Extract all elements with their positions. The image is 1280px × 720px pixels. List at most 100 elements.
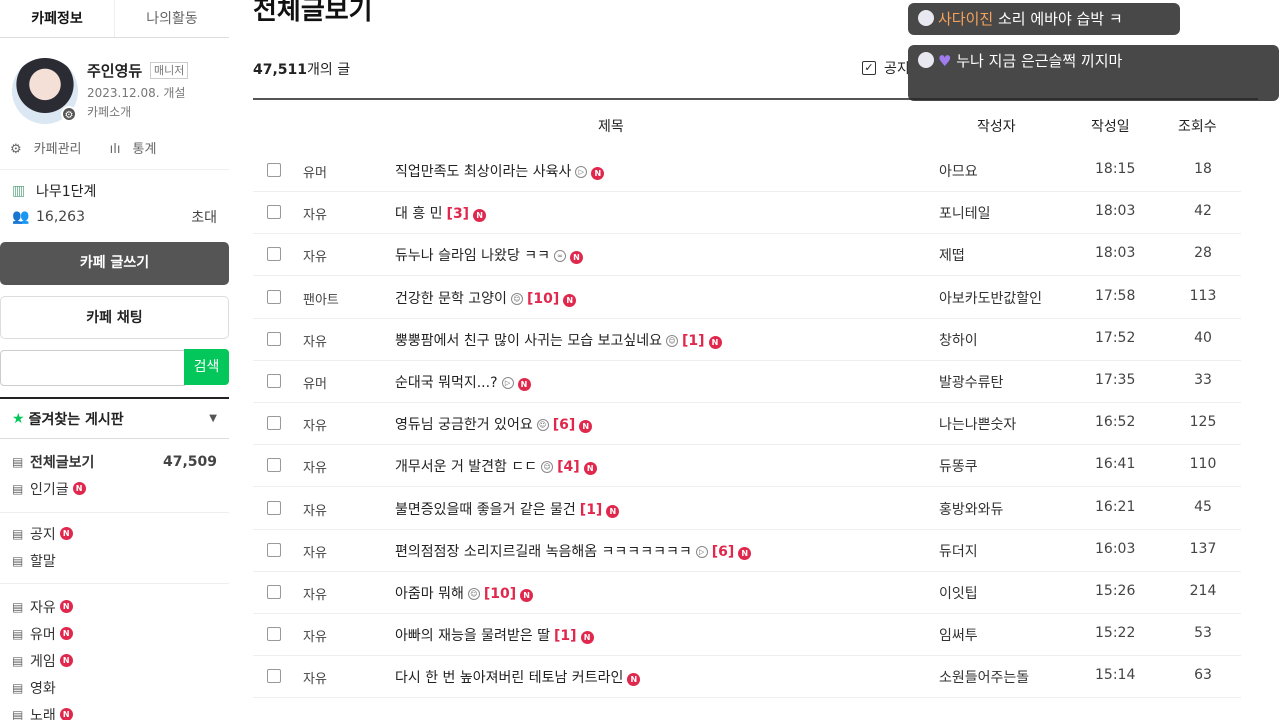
- post-author[interactable]: 포니테일: [939, 203, 991, 223]
- comment-count[interactable]: [6]: [553, 417, 576, 433]
- post-author[interactable]: 발광수류탄: [939, 372, 1003, 392]
- post-category[interactable]: 자유: [303, 331, 327, 350]
- table-row[interactable]: 자유 대 흥 민 [3] N 포니테일 18:03 42: [253, 192, 1241, 235]
- post-author[interactable]: 아보카도반값할인: [939, 288, 1042, 308]
- post-author[interactable]: 나는나쁜숫자: [939, 414, 1016, 434]
- post-category[interactable]: 유머: [303, 162, 327, 181]
- comment-count[interactable]: [10]: [484, 586, 516, 602]
- row-checkbox[interactable]: [267, 542, 281, 557]
- menu-item-영화[interactable]: ▤ 영화: [0, 674, 229, 701]
- post-author[interactable]: 듀더지: [939, 541, 978, 561]
- favorites-header[interactable]: ★ 즐겨찾는 게시판 ▼: [0, 397, 229, 439]
- table-row[interactable]: 자유 뿡뿡팜에서 친구 많이 사귀는 모습 보고싶네요 ☺ [1] N 창하이 17:52 4…: [253, 319, 1241, 361]
- post-title-link[interactable]: 뿡뿡팜에서 친구 많이 사귀는 모습 보고싶네요 ☺ [1] N: [395, 330, 722, 350]
- cafe-chat-button[interactable]: 카페 채팅: [0, 296, 229, 339]
- invite-link[interactable]: 초대: [191, 207, 217, 227]
- row-checkbox[interactable]: [267, 331, 281, 346]
- menu-item-유머[interactable]: ▤ 유머 N: [0, 620, 229, 647]
- table-row[interactable]: 자유 개무서운 거 발견함 ㄷㄷ ☺ [4] N 듀똥쿠 16:41 110: [253, 445, 1241, 488]
- write-post-button[interactable]: 카페 글쓰기: [0, 242, 229, 285]
- caret-down-icon[interactable]: ▼: [209, 413, 217, 424]
- post-category[interactable]: 유머: [303, 373, 327, 392]
- checkbox-checked-icon[interactable]: ✓: [862, 61, 876, 75]
- table-row[interactable]: 자유 편의점점장 소리지르길래 녹음해옴 ㅋㅋㅋㅋㅋㅋㅋ ▷ [6] N 듀더지 16:03…: [253, 530, 1241, 572]
- member-count[interactable]: 16,263: [36, 209, 85, 225]
- table-row[interactable]: 자유 듀누나 슬라임 나왔당 ㅋㅋ ∞ N 제떱 18:03 28: [253, 234, 1241, 277]
- menu-item-노래[interactable]: ▤ 노래 N: [0, 701, 229, 720]
- post-category[interactable]: 자유: [303, 626, 327, 645]
- menu-item-자유[interactable]: ▤ 자유 N: [0, 593, 229, 620]
- menu-item-공지[interactable]: ▤ 공지 N: [0, 520, 229, 547]
- cafe-intro-link[interactable]: 카페소개: [87, 103, 131, 120]
- search-input[interactable]: [0, 350, 185, 386]
- post-category[interactable]: 자유: [303, 500, 327, 519]
- show-notice-checkbox[interactable]: ✓ 공지: [862, 58, 910, 78]
- table-row[interactable]: 유머 순대국 뭐먹지...? ▷ N 발광수류탄 17:35 33: [253, 361, 1241, 403]
- tab-my-activity[interactable]: 나의활동: [114, 0, 229, 37]
- row-checkbox[interactable]: [267, 374, 281, 388]
- post-category[interactable]: 자유: [303, 584, 327, 603]
- row-checkbox[interactable]: [267, 289, 281, 304]
- post-author[interactable]: 홍방와와듀: [939, 499, 1003, 519]
- table-row[interactable]: 유머 직업만족도 최상이라는 사육사 ▷ N 아므요 18:15 18: [253, 150, 1241, 192]
- post-title-link[interactable]: 영듀님 궁금한거 있어요 ☺ [6] N: [395, 414, 593, 434]
- post-author[interactable]: 소원들어주는돌: [939, 667, 1029, 687]
- post-title-link[interactable]: 듀누나 슬라임 나왔당 ㅋㅋ ∞ N: [395, 245, 584, 265]
- post-title-link[interactable]: 직업만족도 최상이라는 사육사 ▷ N: [395, 161, 605, 181]
- post-author[interactable]: 이잇팁: [939, 583, 978, 603]
- comment-count[interactable]: [10]: [527, 291, 559, 307]
- comment-count[interactable]: [6]: [712, 544, 735, 560]
- comment-count[interactable]: [1]: [682, 333, 705, 349]
- row-checkbox[interactable]: [267, 416, 281, 431]
- table-row[interactable]: 팬아트 건강한 문학 고양이 ☺ [10] N 아보카도반값할인 17:58 113: [253, 277, 1241, 319]
- post-title-link[interactable]: 다시 한 번 높아져버린 테토남 커트라인 N: [395, 667, 641, 687]
- post-title-link[interactable]: 불면증있을때 좋을거 같은 물건 [1] N: [395, 499, 620, 519]
- menu-item-할말[interactable]: ▤ 할말: [0, 547, 229, 574]
- post-category[interactable]: 자유: [303, 668, 327, 687]
- post-category[interactable]: 자유: [303, 246, 327, 265]
- row-checkbox[interactable]: [267, 458, 281, 473]
- table-row[interactable]: 자유 영듀님 궁금한거 있어요 ☺ [6] N 나는나쁜숫자 16:52 125: [253, 403, 1241, 446]
- table-row[interactable]: 자유 다시 한 번 높아져버린 테토남 커트라인 N 소원들어주는돌 15:14 63: [253, 656, 1241, 699]
- comment-count[interactable]: [1]: [580, 502, 603, 518]
- row-checkbox[interactable]: [267, 585, 281, 599]
- tab-cafe-info[interactable]: 카페정보: [0, 0, 114, 37]
- row-checkbox[interactable]: [267, 669, 281, 684]
- post-author[interactable]: 듀똥쿠: [939, 456, 978, 476]
- menu-item-인기글[interactable]: ▤ 인기글 N: [0, 475, 229, 502]
- post-author[interactable]: 아므요: [939, 161, 978, 181]
- row-checkbox[interactable]: [267, 500, 281, 515]
- post-title-link[interactable]: 개무서운 거 발견함 ㄷㄷ ☺ [4] N: [395, 456, 597, 476]
- row-checkbox[interactable]: [267, 247, 281, 262]
- post-title-link[interactable]: 건강한 문학 고양이 ☺ [10] N: [395, 288, 577, 308]
- row-checkbox[interactable]: [267, 205, 281, 220]
- post-author[interactable]: 창하이: [939, 330, 978, 350]
- manager-name[interactable]: 주인영듀: [87, 60, 142, 81]
- menu-item-게임[interactable]: ▤ 게임 N: [0, 647, 229, 674]
- menu-item-전체글보기[interactable]: ▤ 전체글보기 47,509: [0, 448, 229, 475]
- post-category[interactable]: 자유: [303, 415, 327, 434]
- row-checkbox[interactable]: [267, 163, 281, 177]
- post-title-link[interactable]: 순대국 뭐먹지...? ▷ N: [395, 372, 531, 392]
- post-author[interactable]: 임써투: [939, 625, 978, 645]
- table-row[interactable]: 자유 아빠의 재능을 물려받은 딸 [1] N 임써투 15:22 53: [253, 614, 1241, 657]
- post-category[interactable]: 자유: [303, 204, 327, 223]
- post-title-link[interactable]: 편의점점장 소리지르길래 녹음해옴 ㅋㅋㅋㅋㅋㅋㅋ ▷ [6] N: [395, 541, 752, 561]
- post-title-link[interactable]: 아줌마 뭐해 ☺ [10] N: [395, 583, 534, 603]
- comment-count[interactable]: [4]: [557, 459, 580, 475]
- comment-count[interactable]: [1]: [554, 628, 577, 644]
- comment-count[interactable]: [3]: [447, 206, 470, 222]
- post-category[interactable]: 팬아트: [303, 289, 339, 308]
- cafe-manage-link[interactable]: ⚙ 카페관리: [10, 142, 94, 157]
- stats-link[interactable]: ılı 통계: [110, 142, 169, 157]
- post-category[interactable]: 자유: [303, 457, 327, 476]
- search-button[interactable]: 검색: [184, 349, 229, 385]
- post-category[interactable]: 자유: [303, 542, 327, 561]
- post-title-link[interactable]: 아빠의 재능을 물려받은 딸 [1] N: [395, 625, 594, 645]
- gear-icon[interactable]: ⚙: [61, 106, 77, 122]
- post-author[interactable]: 제떱: [939, 245, 965, 265]
- table-row[interactable]: 자유 불면증있을때 좋을거 같은 물건 [1] N 홍방와와듀 16:21 45: [253, 488, 1241, 530]
- table-row[interactable]: 자유 아줌마 뭐해 ☺ [10] N 이잇팁 15:26 214: [253, 572, 1241, 614]
- row-checkbox[interactable]: [267, 627, 281, 642]
- post-title-link[interactable]: 대 흥 민 [3] N: [395, 203, 487, 223]
